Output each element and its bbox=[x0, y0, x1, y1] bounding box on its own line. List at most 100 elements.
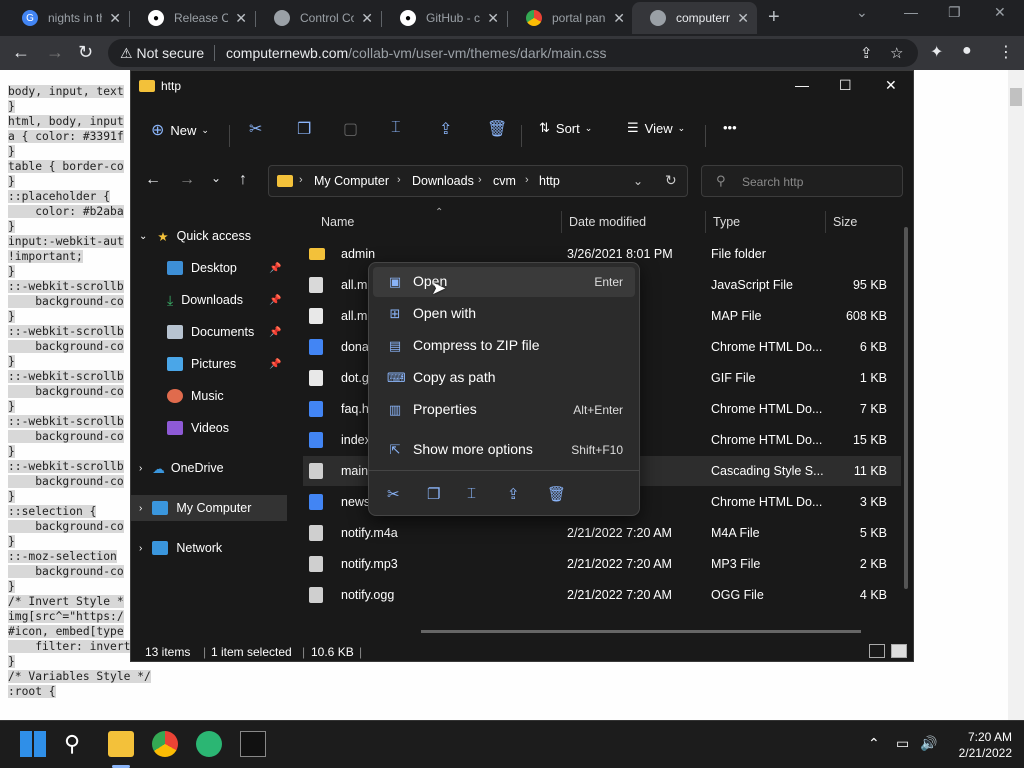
column-header-size[interactable]: Size bbox=[833, 215, 857, 229]
nav-pictures[interactable]: Pictures bbox=[167, 351, 236, 377]
url-text[interactable]: computernewb.com/collab-vm/user-vm/theme… bbox=[226, 45, 606, 61]
cut-icon[interactable]: ✂ bbox=[387, 485, 400, 503]
nav-videos[interactable]: Videos bbox=[167, 415, 229, 441]
more-options-button[interactable]: ••• bbox=[723, 120, 737, 135]
column-header-name[interactable]: Name bbox=[321, 215, 354, 229]
close-tab-icon[interactable]: ✕ bbox=[613, 10, 625, 27]
nav-desktop[interactable]: Desktop bbox=[167, 255, 237, 281]
cut-icon[interactable]: ✂ bbox=[249, 119, 262, 139]
network-status-icon[interactable]: ▭ bbox=[896, 735, 909, 752]
close-tab-icon[interactable]: ✕ bbox=[109, 10, 121, 27]
breadcrumb-item[interactable]: My Computer bbox=[314, 174, 389, 188]
sort-button[interactable]: ⇅ Sort ⌄ bbox=[539, 120, 592, 136]
nav-downloads[interactable]: ⤓ Downloads bbox=[167, 287, 243, 313]
minimize-icon[interactable]: — bbox=[795, 77, 809, 93]
rename-icon[interactable]: ⌶ bbox=[467, 485, 476, 502]
file-row[interactable]: notify.ogg 2/21/2022 7:20 AM OGG File 4 KB bbox=[303, 580, 901, 610]
nav-my-computer[interactable]: › My Computer bbox=[131, 495, 287, 521]
address-bar[interactable]: ⚠ Not secure computernewb.com/collab-vm/… bbox=[108, 39, 918, 67]
view-button[interactable]: ☰ View ⌄ bbox=[627, 120, 685, 136]
file-row[interactable]: notify.m4a 2/21/2022 7:20 AM M4A File 5 KB bbox=[303, 518, 901, 548]
column-header-date[interactable]: Date modified bbox=[569, 215, 646, 229]
close-tab-icon[interactable]: ✕ bbox=[487, 10, 499, 27]
close-window-icon[interactable]: ✕ bbox=[994, 4, 1006, 21]
column-header-type[interactable]: Type bbox=[713, 215, 740, 229]
up-icon[interactable]: ↑ bbox=[239, 171, 247, 189]
file-list-horizontal-scrollbar[interactable] bbox=[421, 630, 861, 633]
browser-tab[interactable]: portal pan ✕ bbox=[508, 2, 633, 34]
globe-app-icon[interactable] bbox=[196, 731, 222, 757]
bookmark-star-icon[interactable]: ☆ bbox=[890, 44, 903, 62]
page-scrollbar[interactable] bbox=[1008, 70, 1024, 720]
context-menu-item[interactable]: ⌨ Copy as path bbox=[373, 363, 635, 393]
rename-icon[interactable]: ⌶ bbox=[391, 119, 401, 137]
close-tab-icon[interactable]: ✕ bbox=[361, 10, 373, 27]
clock[interactable]: 7:20 AM 2/21/2022 bbox=[959, 729, 1012, 761]
context-menu-item[interactable]: ▥ Properties Alt+Enter bbox=[373, 395, 635, 425]
tab-search-icon[interactable]: ⌄ bbox=[856, 4, 868, 21]
extensions-icon[interactable]: ✦ bbox=[930, 42, 943, 62]
file-list-scrollbar[interactable] bbox=[904, 227, 908, 589]
share-icon[interactable]: ⇪ bbox=[439, 119, 452, 139]
breadcrumb-item[interactable]: cvm bbox=[493, 174, 516, 188]
maximize-icon[interactable]: ☐ bbox=[839, 77, 852, 94]
chevron-right-icon: › bbox=[478, 174, 482, 186]
tiles-view-icon[interactable] bbox=[891, 644, 907, 658]
new-tab-button[interactable]: + bbox=[768, 6, 780, 29]
start-windows-icon[interactable] bbox=[20, 731, 46, 757]
copy-icon[interactable]: ❐ bbox=[427, 485, 440, 503]
recent-locations-icon[interactable]: ⌄ bbox=[211, 171, 221, 185]
share-icon[interactable]: ⇪ bbox=[860, 44, 873, 62]
back-icon[interactable]: ← bbox=[145, 171, 161, 189]
paste-icon[interactable]: ▢ bbox=[343, 119, 358, 139]
restore-icon[interactable]: ❐ bbox=[948, 4, 961, 21]
close-icon[interactable]: ✕ bbox=[885, 77, 897, 94]
context-menu-item[interactable]: ▣ Open Enter bbox=[373, 267, 635, 297]
nav-music[interactable]: Music bbox=[167, 383, 224, 409]
page-scrollbar-thumb[interactable] bbox=[1010, 88, 1022, 106]
minimize-icon[interactable]: — bbox=[904, 4, 918, 20]
browser-tab[interactable]: ● GitHub - co ✕ bbox=[382, 2, 508, 34]
nav-quick-access[interactable]: ⌄ ★ Quick access bbox=[139, 223, 251, 249]
volume-icon[interactable]: 🔊 bbox=[920, 735, 937, 752]
context-menu-item[interactable]: ⊞ Open with bbox=[373, 299, 635, 329]
back-icon[interactable]: ← bbox=[12, 42, 30, 63]
context-menu-item[interactable]: ▤ Compress to ZIP file bbox=[373, 331, 635, 361]
breadcrumb-item[interactable]: http bbox=[539, 174, 560, 188]
security-indicator[interactable]: ⚠ Not secure bbox=[120, 45, 204, 62]
delete-icon[interactable]: 🗑 bbox=[487, 119, 507, 139]
profile-icon[interactable]: ● bbox=[962, 42, 972, 60]
search-icon[interactable]: ⚲ bbox=[64, 731, 90, 757]
close-tab-icon[interactable]: ✕ bbox=[737, 10, 749, 27]
refresh-icon[interactable]: ↻ bbox=[665, 172, 677, 189]
file-row[interactable]: notify.mp3 2/21/2022 7:20 AM MP3 File 2 KB bbox=[303, 549, 901, 579]
code-line: } bbox=[8, 580, 15, 593]
browser-tab[interactable]: ● Release Co ✕ bbox=[130, 2, 256, 34]
browser-tab[interactable]: Gnights in the ✕ bbox=[4, 2, 130, 34]
pin-icon: 📌 bbox=[269, 327, 282, 338]
forward-icon[interactable]: → bbox=[179, 171, 195, 189]
reload-icon[interactable]: ↻ bbox=[78, 42, 93, 63]
path-bar[interactable]: › My Computer › Downloads › cvm › http ⌄… bbox=[268, 165, 688, 197]
breadcrumb-item[interactable]: Downloads bbox=[412, 174, 474, 188]
chevron-down-icon[interactable]: ⌄ bbox=[633, 174, 643, 188]
forward-icon[interactable]: → bbox=[46, 42, 64, 63]
copy-icon[interactable]: ❐ bbox=[297, 119, 311, 139]
context-menu-item[interactable]: ⇱ Show more options Shift+F10 bbox=[373, 435, 635, 465]
terminal-icon[interactable] bbox=[240, 731, 266, 757]
share-icon[interactable]: ⇪ bbox=[507, 485, 520, 503]
details-view-icon[interactable] bbox=[869, 644, 885, 658]
new-button[interactable]: ⊕ New ⌄ bbox=[151, 120, 209, 140]
chrome-taskbar-icon[interactable] bbox=[152, 731, 178, 757]
nav-onedrive[interactable]: › ☁ OneDrive bbox=[139, 455, 224, 481]
delete-icon[interactable]: 🗑 bbox=[547, 485, 566, 503]
nav-documents[interactable]: Documents bbox=[167, 319, 254, 345]
browser-tab-active[interactable]: computern ✕ bbox=[632, 2, 757, 34]
chevron-up-icon[interactable]: ⌃ bbox=[868, 735, 880, 752]
menu-icon[interactable]: ⋮ bbox=[998, 42, 1014, 62]
file-explorer-taskbar-icon[interactable] bbox=[108, 731, 134, 757]
close-tab-icon[interactable]: ✕ bbox=[235, 10, 247, 27]
search-input[interactable]: ⚲ Search http bbox=[701, 165, 903, 197]
browser-tab[interactable]: Control Co ✕ bbox=[256, 2, 382, 34]
nav-network[interactable]: › Network bbox=[139, 535, 222, 561]
